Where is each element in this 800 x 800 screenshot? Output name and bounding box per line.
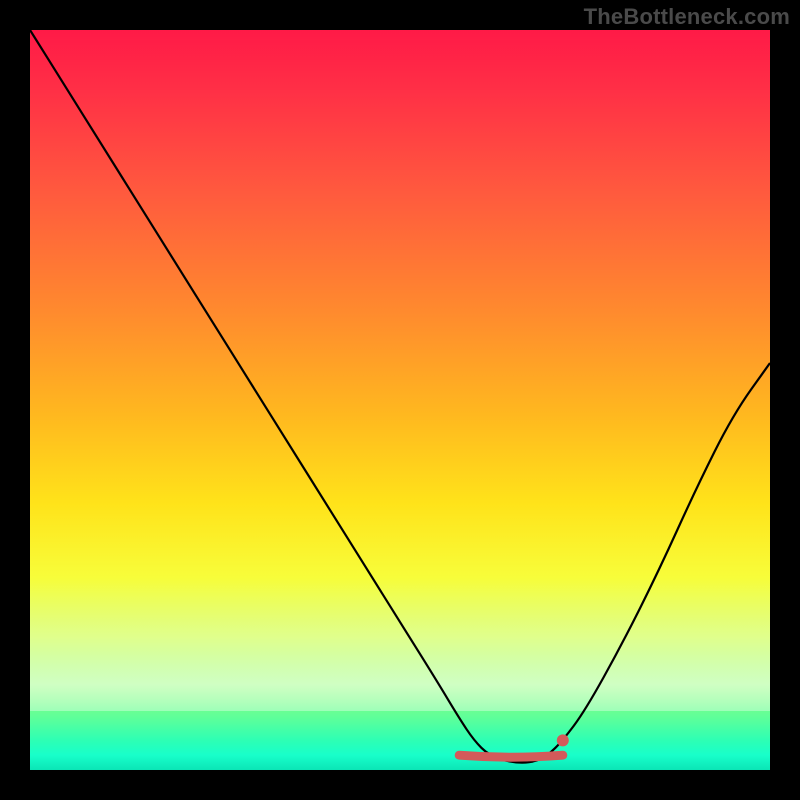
plot-area xyxy=(30,30,770,770)
watermark-text: TheBottleneck.com xyxy=(584,4,790,30)
optimal-range-marker xyxy=(459,755,563,757)
bottleneck-curve xyxy=(30,30,770,763)
optimal-end-dot-icon xyxy=(557,734,569,746)
curve-svg xyxy=(30,30,770,770)
chart-frame: TheBottleneck.com xyxy=(0,0,800,800)
